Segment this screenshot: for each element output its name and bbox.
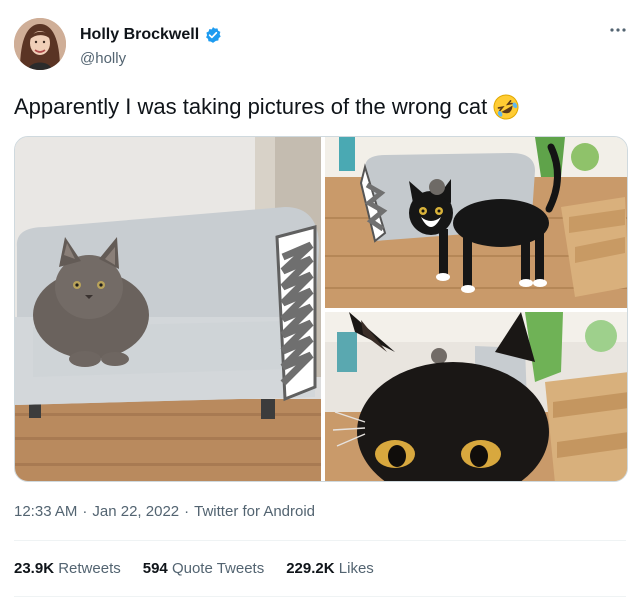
tweet-time[interactable]: 12:33 AM [14, 503, 77, 520]
grey-cat-on-sofa-photo[interactable] [15, 137, 321, 481]
author-name-row: Holly Brockwell [80, 26, 222, 44]
rolling-on-floor-laughing-emoji [493, 94, 519, 120]
divider [14, 540, 626, 541]
author-name[interactable]: Holly Brockwell [80, 26, 199, 44]
tweet-body: Apparently I was taking pictures of the … [14, 94, 488, 119]
quotes-label: Quote Tweets [171, 560, 265, 577]
tweet-stats: 23.9K Retweets 594 Quote Tweets 229.2K L… [14, 560, 374, 577]
more-icon[interactable] [610, 22, 626, 33]
meta-separator: · [184, 503, 190, 520]
avatar[interactable] [14, 18, 66, 70]
likes-stat[interactable]: 229.2K Likes [286, 560, 374, 577]
quote-tweets-stat[interactable]: 594 Quote Tweets [143, 560, 264, 577]
likes-label: Likes [338, 560, 374, 577]
tweet-header: Holly Brockwell @holly [14, 18, 626, 74]
author-handle[interactable]: @holly [80, 50, 126, 67]
tweet-source[interactable]: Twitter for Android [194, 503, 315, 520]
black-cat-closeup-photo[interactable] [325, 312, 627, 481]
verified-badge-icon [204, 26, 222, 44]
tweet-text: Apparently I was taking pictures of the … [14, 94, 519, 120]
retweets-count: 23.9K [14, 560, 55, 577]
tuxedo-cat-standing-photo[interactable] [325, 137, 627, 308]
tweet-date[interactable]: Jan 22, 2022 [92, 503, 179, 520]
meta-separator: · [82, 503, 88, 520]
likes-count: 229.2K [286, 560, 335, 577]
retweets-label: Retweets [58, 560, 121, 577]
quotes-count: 594 [142, 560, 168, 577]
tweet-media-grid [14, 136, 628, 482]
tweet-meta: 12:33 AM · Jan 22, 2022 · Twitter for An… [14, 503, 315, 520]
retweets-stat[interactable]: 23.9K Retweets [14, 560, 121, 577]
divider [14, 596, 626, 597]
